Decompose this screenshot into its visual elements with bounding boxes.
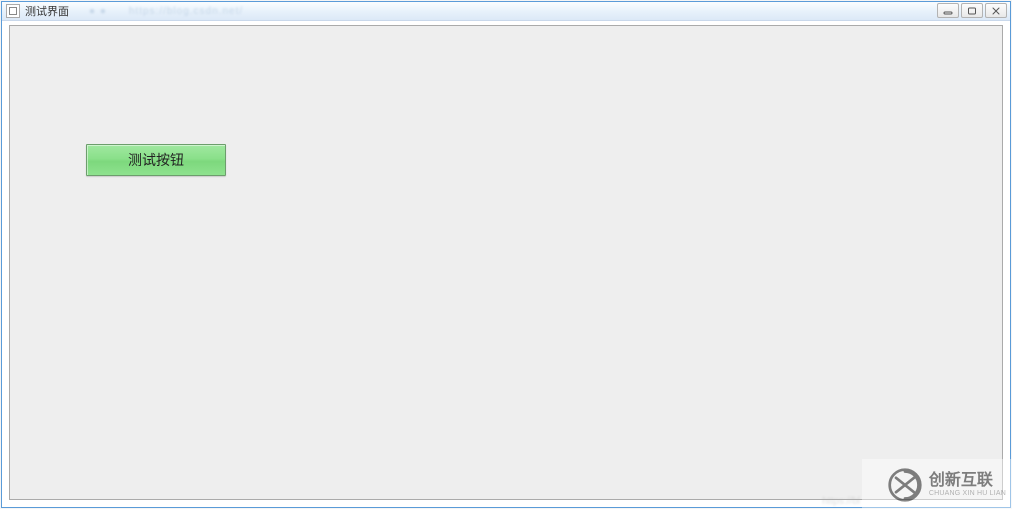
minimize-button[interactable] xyxy=(937,3,959,18)
maximize-button[interactable] xyxy=(961,3,983,18)
watermark-brand-name: 创新互联 xyxy=(929,472,1006,490)
close-button[interactable] xyxy=(985,3,1007,18)
bottom-blur-text: https://bl xyxy=(822,496,860,507)
client-area: 测试按钮 xyxy=(9,25,1003,500)
window-title: 测试界面 xyxy=(25,3,69,19)
window-frame: 测试界面 ● ● https://blog.csdn.net/ 测试按钮 xyxy=(1,1,1011,508)
title-bar: 测试界面 ● ● https://blog.csdn.net/ xyxy=(2,1,1010,21)
app-icon xyxy=(6,4,20,18)
window-controls xyxy=(937,3,1007,18)
watermark-brand-sub: CHUANG XIN HU LIAN xyxy=(929,490,1006,498)
brand-logo-icon xyxy=(887,467,923,503)
test-button[interactable]: 测试按钮 xyxy=(86,144,226,176)
title-bar-blur-text: ● ● https://blog.csdn.net/ xyxy=(89,6,243,17)
watermark: 创新互联 CHUANG XIN HU LIAN xyxy=(862,449,1012,509)
